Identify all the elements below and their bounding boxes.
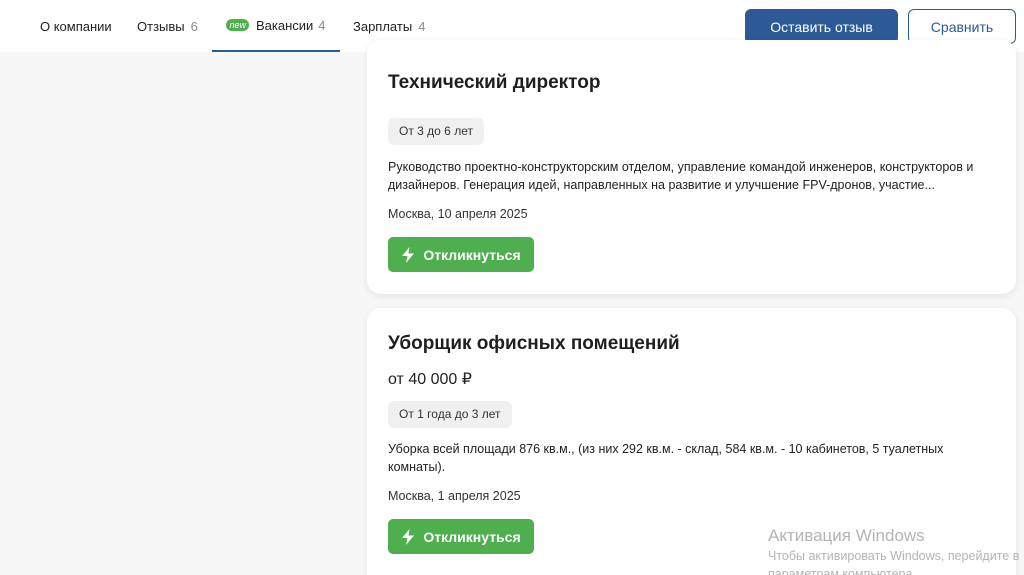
tab-reviews-count: 6 bbox=[190, 18, 198, 34]
windows-activation-text-2: параметрам компьютера bbox=[768, 567, 913, 575]
vacancy-title[interactable]: Уборщик офисных помещений bbox=[388, 333, 680, 355]
experience-chip-wrap: От 3 до 6 лет bbox=[388, 118, 484, 145]
tab-reviews-label: Отзывы bbox=[137, 18, 185, 34]
tab-salaries-label: Зарплаты bbox=[353, 18, 413, 34]
tab-vacancies[interactable]: new Вакансии 4 bbox=[212, 0, 340, 52]
experience-chip: От 1 года до 3 лет bbox=[388, 401, 512, 428]
tab-salaries-count: 4 bbox=[418, 18, 426, 34]
vacancy-description: Руководство проектно-конструкторским отд… bbox=[388, 160, 974, 192]
tab-about-company[interactable]: О компании bbox=[40, 0, 112, 52]
vacancy-title[interactable]: Технический директор bbox=[388, 72, 600, 94]
leave-review-button[interactable]: Оставить отзыв bbox=[745, 9, 898, 44]
apply-button[interactable]: Откликнуться bbox=[388, 237, 534, 272]
vacancy-location-date: Москва, 10 апреля 2025 bbox=[388, 207, 528, 221]
lightning-icon bbox=[402, 528, 415, 545]
apply-button[interactable]: Откликнуться bbox=[388, 519, 534, 554]
new-badge: new bbox=[226, 19, 249, 31]
experience-chip-wrap: От 1 года до 3 лет bbox=[388, 401, 512, 428]
apply-button-label: Откликнуться bbox=[423, 246, 521, 263]
vacancy-description: Уборка всей площади 876 кв.м., (из них 2… bbox=[388, 442, 944, 474]
vacancy-salary: от 40 000 ₽ bbox=[388, 371, 472, 388]
tab-reviews[interactable]: Отзывы 6 bbox=[137, 0, 198, 52]
windows-activation-text: Чтобы активировать Windows, перейдите в bbox=[768, 549, 1020, 563]
tab-vacancies-count: 4 bbox=[318, 17, 326, 33]
vacancy-card[interactable]: Технический директор От 3 до 6 лет Руков… bbox=[367, 40, 1016, 294]
apply-button-label: Откликнуться bbox=[423, 528, 521, 545]
tab-about-label: О компании bbox=[40, 18, 112, 34]
windows-activation-title: Активация Windows bbox=[768, 526, 925, 545]
page: О компании Отзывы 6 new Вакансии 4 Зарпл… bbox=[0, 0, 1024, 575]
experience-chip: От 3 до 6 лет bbox=[388, 118, 484, 145]
tab-vacancies-label: Вакансии bbox=[255, 17, 314, 33]
vacancy-location-date: Москва, 1 апреля 2025 bbox=[388, 489, 521, 503]
compare-button[interactable]: Сравнить bbox=[908, 9, 1016, 44]
lightning-icon bbox=[402, 246, 415, 263]
